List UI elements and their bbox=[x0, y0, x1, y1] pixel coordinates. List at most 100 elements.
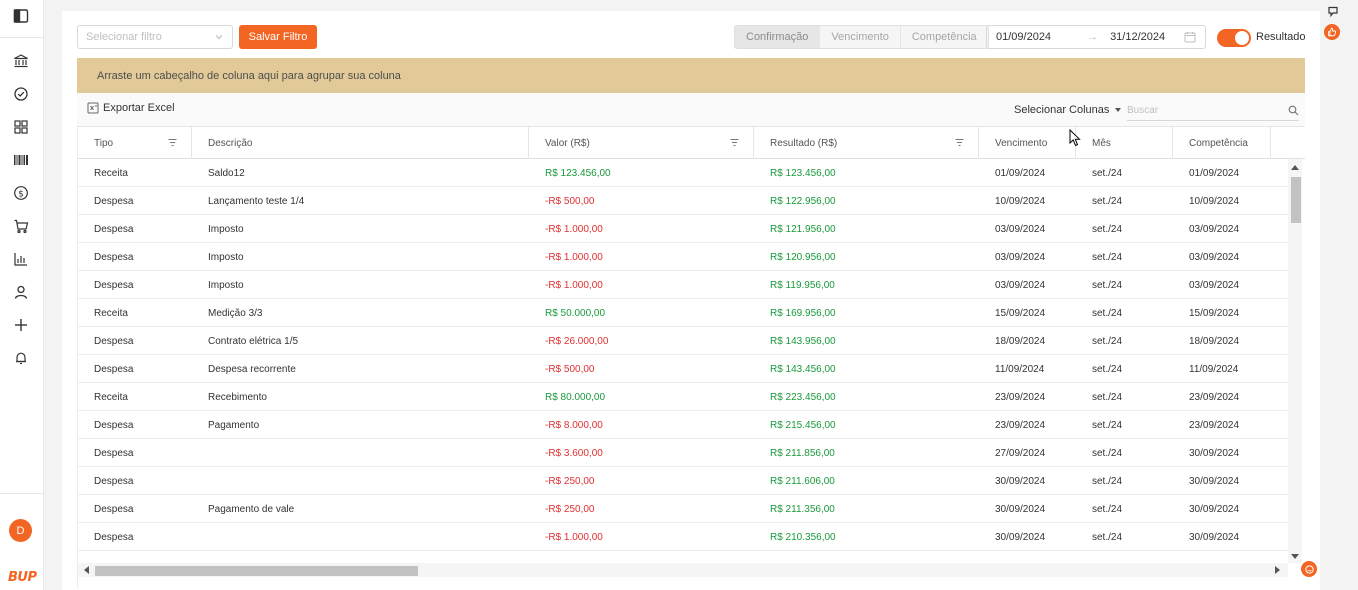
table-row[interactable]: Receita Saldo12 R$ 123.456,00 R$ 123.456,00… bbox=[78, 159, 1288, 187]
cell-partial bbox=[1271, 243, 1287, 271]
cell-resultado: R$ 121.956,00 bbox=[770, 223, 836, 235]
cell-resultado: R$ 120.956,00 bbox=[770, 251, 836, 263]
date-range-picker[interactable]: 01/09/2024 → 31/12/2024 bbox=[986, 25, 1206, 49]
cell-partial bbox=[1271, 299, 1287, 327]
column-header-mes[interactable]: Mês bbox=[1076, 127, 1173, 159]
sidebar-divider-bottom bbox=[0, 493, 44, 494]
table-row[interactable]: Despesa Lançamento teste 1/4 -R$ 500,00 R$ … bbox=[78, 187, 1288, 215]
column-header-resultado[interactable]: Resultado (R$) bbox=[754, 127, 979, 159]
cell-mes: set./24 bbox=[1092, 251, 1123, 263]
thumbs-up-icon[interactable] bbox=[1324, 24, 1340, 40]
cell-competencia: 23/09/2024 bbox=[1189, 419, 1240, 431]
search-input[interactable]: Buscar bbox=[1127, 101, 1299, 121]
select-columns-dropdown[interactable]: Selecionar Colunas bbox=[1014, 104, 1122, 116]
table-row[interactable]: Receita Recebimento R$ 80.000,00 R$ 223.456… bbox=[78, 383, 1288, 411]
table-row[interactable]: Despesa -R$ 1.000,00 R$ 210.356,00 30/09/20… bbox=[78, 523, 1288, 551]
panel-toggle-icon[interactable] bbox=[11, 6, 31, 26]
vertical-scroll-thumb[interactable] bbox=[1291, 177, 1301, 223]
search-icon bbox=[1288, 105, 1299, 116]
result-toggle-label: Resultado bbox=[1256, 31, 1306, 43]
save-filter-button[interactable]: Salvar Filtro bbox=[239, 25, 317, 49]
cell-valor: -R$ 500,00 bbox=[545, 363, 595, 375]
table-row[interactable]: Despesa Imposto -R$ 1.000,00 R$ 120.956,00 0… bbox=[78, 243, 1288, 271]
date-end[interactable]: 31/12/2024 bbox=[1110, 31, 1165, 43]
cell-tipo: Despesa bbox=[94, 447, 134, 459]
data-grid: Tipo Descrição Valor (R$) Resultado (R$)… bbox=[77, 127, 1305, 589]
chat-icon[interactable] bbox=[1301, 561, 1317, 577]
filter-icon[interactable] bbox=[168, 138, 177, 147]
filter-icon[interactable] bbox=[955, 138, 964, 147]
cell-competencia: 01/09/2024 bbox=[1189, 167, 1240, 179]
date-start[interactable]: 01/09/2024 bbox=[996, 31, 1051, 43]
export-excel-button[interactable]: Exportar Excel bbox=[87, 102, 175, 114]
horizontal-scrollbar[interactable] bbox=[78, 563, 1288, 577]
column-header-valor[interactable]: Valor (R$) bbox=[529, 127, 754, 159]
table-row[interactable]: Despesa Imposto -R$ 1.000,00 R$ 121.956,00 0… bbox=[78, 215, 1288, 243]
cell-valor: -R$ 250,00 bbox=[545, 503, 595, 515]
cell-resultado: R$ 215.456,00 bbox=[770, 419, 836, 431]
column-header-label: Descrição bbox=[208, 137, 253, 149]
cell-valor: R$ 123.456,00 bbox=[545, 167, 611, 179]
cell-mes: set./24 bbox=[1092, 475, 1123, 487]
dollar-circle-icon[interactable]: $ bbox=[11, 183, 31, 203]
bank-icon[interactable] bbox=[11, 51, 31, 71]
cart-icon[interactable] bbox=[11, 216, 31, 236]
cell-partial bbox=[1271, 215, 1287, 243]
column-header-partial[interactable] bbox=[1271, 127, 1305, 159]
table-row[interactable]: Despesa -R$ 250,00 R$ 211.606,00 30/09/2024… bbox=[78, 467, 1288, 495]
date-mode-vencimento[interactable]: Vencimento bbox=[819, 26, 899, 48]
scroll-left-icon[interactable] bbox=[84, 566, 89, 574]
group-by-panel[interactable]: Arraste um cabeçalho de coluna aqui para… bbox=[77, 58, 1305, 93]
table-row[interactable]: Despesa Imposto -R$ 1.000,00 R$ 119.956,00 0… bbox=[78, 271, 1288, 299]
cell-descricao: Contrato elétrica 1/5 bbox=[208, 335, 299, 347]
column-header-label: Competência bbox=[1189, 137, 1248, 149]
filter-icon[interactable] bbox=[730, 138, 739, 147]
horizontal-scroll-thumb[interactable] bbox=[95, 566, 418, 576]
cell-mes: set./24 bbox=[1092, 531, 1123, 543]
table-row[interactable]: Despesa Despesa recorrente -R$ 500,00 R$ 14… bbox=[78, 355, 1288, 383]
bell-icon[interactable] bbox=[11, 348, 31, 368]
date-mode-segmented: Confirmação Vencimento Competência bbox=[734, 25, 989, 49]
column-header-label: Vencimento bbox=[995, 137, 1048, 149]
svg-text:$: $ bbox=[18, 189, 24, 199]
cell-competencia: 15/09/2024 bbox=[1189, 307, 1240, 319]
cell-valor: -R$ 1.000,00 bbox=[545, 531, 603, 543]
cell-partial bbox=[1271, 159, 1287, 187]
cell-partial bbox=[1271, 355, 1287, 383]
cell-vencimento: 11/09/2024 bbox=[995, 363, 1045, 375]
filter-select[interactable]: Selecionar filtro bbox=[77, 25, 233, 49]
cell-vencimento: 03/09/2024 bbox=[995, 251, 1046, 263]
scroll-right-icon[interactable] bbox=[1275, 566, 1280, 574]
table-row[interactable]: Receita Medição 3/3 R$ 50.000,00 R$ 169.956… bbox=[78, 299, 1288, 327]
column-header-vencimento[interactable]: Vencimento bbox=[979, 127, 1076, 159]
date-mode-confirmacao[interactable]: Confirmação bbox=[735, 26, 820, 48]
result-toggle[interactable] bbox=[1217, 29, 1251, 47]
feedback-icon[interactable] bbox=[1325, 4, 1341, 20]
bar-chart-icon[interactable] bbox=[11, 249, 31, 269]
table-row[interactable]: Despesa Pagamento de vale -R$ 250,00 R$ 211… bbox=[78, 495, 1288, 523]
column-header-competencia[interactable]: Competência bbox=[1173, 127, 1271, 159]
cell-mes: set./24 bbox=[1092, 279, 1123, 291]
cell-mes: set./24 bbox=[1092, 307, 1123, 319]
filter-select-placeholder: Selecionar filtro bbox=[86, 31, 162, 43]
scroll-down-icon[interactable] bbox=[1291, 554, 1299, 559]
cell-vencimento: 30/09/2024 bbox=[995, 475, 1046, 487]
vertical-scrollbar[interactable] bbox=[1288, 159, 1302, 563]
column-header-descricao[interactable]: Descrição bbox=[192, 127, 529, 159]
date-mode-competencia[interactable]: Competência bbox=[899, 26, 988, 48]
user-icon[interactable] bbox=[11, 282, 31, 302]
scroll-up-icon[interactable] bbox=[1291, 165, 1299, 170]
table-row[interactable]: Despesa -R$ 3.600,00 R$ 211.856,00 27/09/20… bbox=[78, 439, 1288, 467]
table-row[interactable]: Despesa Pagamento -R$ 8.000,00 R$ 215.456,0… bbox=[78, 411, 1288, 439]
cell-tipo: Despesa bbox=[94, 195, 134, 207]
avatar[interactable]: D bbox=[9, 519, 32, 542]
table-row[interactable]: Despesa Contrato elétrica 1/5 -R$ 26.000,0… bbox=[78, 327, 1288, 355]
column-header-tipo[interactable]: Tipo bbox=[78, 127, 192, 159]
cell-tipo: Despesa bbox=[94, 363, 134, 375]
main-panel: Selecionar filtro Salvar Filtro Confirma… bbox=[62, 11, 1320, 590]
check-circle-icon[interactable] bbox=[11, 84, 31, 104]
plus-icon[interactable] bbox=[11, 315, 31, 335]
cell-tipo: Receita bbox=[94, 307, 128, 319]
barcode-icon[interactable] bbox=[11, 150, 31, 170]
grid-icon[interactable] bbox=[11, 117, 31, 137]
